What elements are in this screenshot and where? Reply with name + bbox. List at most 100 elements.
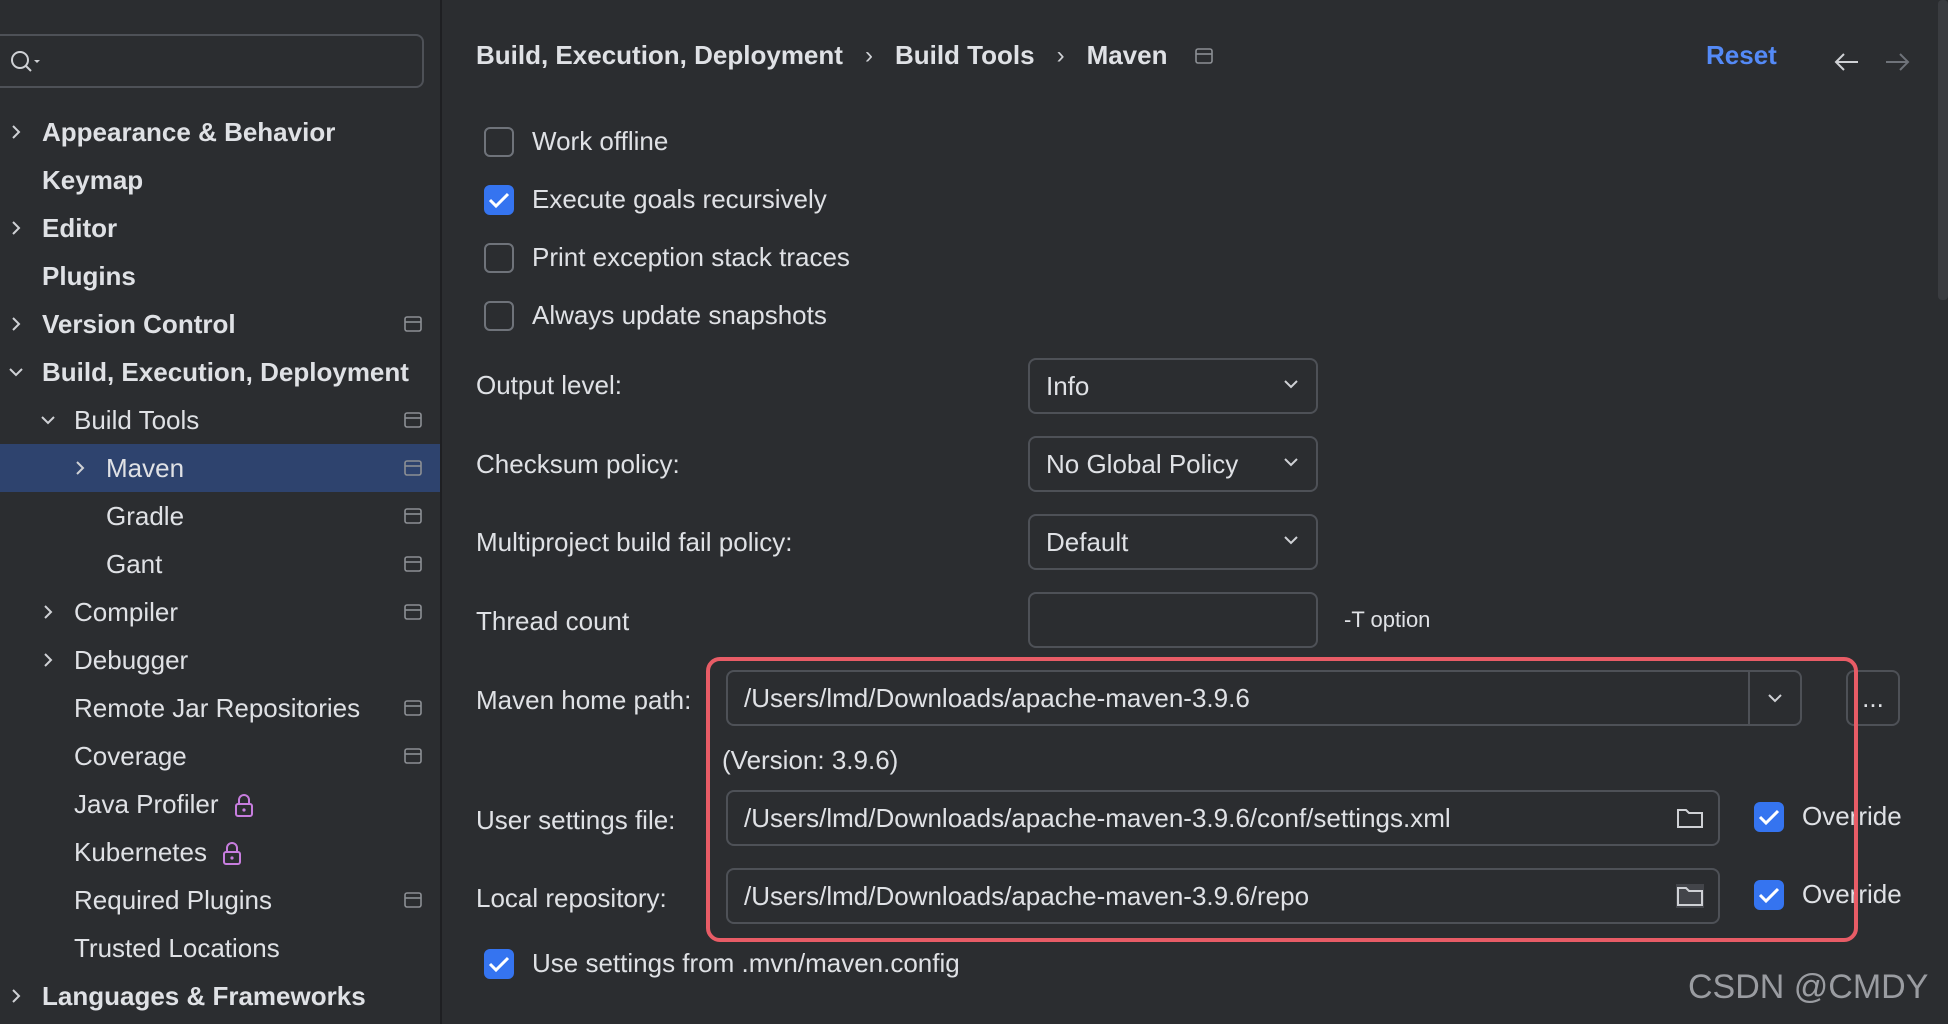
- sidebar-item-coverage[interactable]: Coverage: [0, 732, 440, 780]
- chevron-right-icon[interactable]: [70, 458, 90, 478]
- sidebar-item-kubernetes[interactable]: Kubernetes: [0, 828, 440, 876]
- checkmark-icon: [488, 192, 510, 208]
- use-mvn-config-checkbox[interactable]: [484, 948, 514, 979]
- breadcrumb-separator: ›: [1056, 41, 1065, 69]
- breadcrumb-item-current: Maven: [1086, 40, 1168, 70]
- project-scope-icon: [404, 892, 422, 908]
- always-update-checkbox[interactable]: [484, 300, 514, 331]
- lock-icon: [222, 841, 241, 865]
- sidebar-item-label: Build Tools: [74, 404, 200, 435]
- sidebar-item-label: Appearance & Behavior: [42, 116, 336, 147]
- sidebar-item-label-wrap: Java Profiler: [74, 789, 255, 820]
- user-settings-override[interactable]: Override: [1754, 801, 1902, 832]
- sidebar-item-languages-frameworks[interactable]: Languages & Frameworks: [0, 972, 440, 1020]
- chevron-right-icon[interactable]: [6, 314, 26, 334]
- lock-icon: [234, 793, 253, 817]
- search-icon: [11, 51, 40, 72]
- sidebar-item-remote-jar-repositories[interactable]: Remote Jar Repositories: [0, 684, 440, 732]
- chevron-down-icon[interactable]: [38, 410, 58, 430]
- multiproject-fail-policy-select[interactable]: Default: [1028, 514, 1318, 570]
- sidebar-item-trusted-locations[interactable]: Trusted Locations: [0, 924, 440, 972]
- execute-goals-checkbox[interactable]: [484, 184, 514, 215]
- maven-version-text: (Version: 3.9.6): [722, 745, 899, 775]
- project-scope-icon: [404, 604, 422, 620]
- sidebar-item-label: Languages & Frameworks: [42, 980, 366, 1011]
- local-repository-override[interactable]: Override: [1754, 879, 1902, 910]
- work-offline-label: Work offline: [532, 126, 669, 156]
- reset-button[interactable]: Reset: [1706, 40, 1777, 71]
- chevron-right-icon[interactable]: [6, 986, 26, 1006]
- override-label: Override: [1802, 879, 1902, 909]
- output-level-select[interactable]: Info: [1028, 358, 1318, 414]
- sidebar-item-label: Required Plugins: [74, 884, 273, 915]
- project-scope-icon: [404, 748, 422, 764]
- maven-home-value: /Users/lmd/Downloads/apache-maven-3.9.6: [744, 682, 1250, 713]
- user-settings-input[interactable]: /Users/lmd/Downloads/apache-maven-3.9.6/…: [726, 790, 1720, 846]
- sidebar-item-label: Coverage: [74, 740, 187, 771]
- arrow-forward-icon[interactable]: [1884, 50, 1912, 74]
- maven-home-browse-button[interactable]: ...: [1846, 670, 1900, 726]
- output-level-label: Output level:: [476, 370, 622, 400]
- project-scope-icon: [404, 700, 422, 716]
- user-settings-override-checkbox[interactable]: [1754, 801, 1784, 832]
- output-level-value: Info: [1046, 370, 1090, 401]
- maven-home-combobox[interactable]: /Users/lmd/Downloads/apache-maven-3.9.6: [726, 670, 1802, 726]
- sidebar-item-keymap[interactable]: Keymap: [0, 156, 440, 204]
- sidebar-item-build-execution-deployment[interactable]: Build, Execution, Deployment: [0, 348, 440, 396]
- sidebar-item-debugger[interactable]: Debugger: [0, 636, 440, 684]
- sidebar-item-gant[interactable]: Gant: [0, 540, 440, 588]
- scrollbar[interactable]: [1938, 0, 1948, 300]
- sidebar-item-label: Editor: [42, 212, 118, 243]
- thread-count-input[interactable]: [1028, 592, 1318, 648]
- sidebar-item-gradle[interactable]: Gradle: [0, 492, 440, 540]
- sidebar-item-java-profiler[interactable]: Java Profiler: [0, 780, 440, 828]
- work-offline-checkbox[interactable]: [484, 126, 514, 157]
- thread-count-hint: -T option: [1344, 607, 1431, 632]
- always-update-checkbox-row[interactable]: Always update snapshots: [484, 300, 827, 331]
- chevron-right-icon[interactable]: [38, 602, 58, 622]
- local-repository-override-checkbox[interactable]: [1754, 879, 1784, 910]
- execute-goals-checkbox-row[interactable]: Execute goals recursively: [484, 184, 827, 215]
- work-offline-checkbox-row[interactable]: Work offline: [484, 126, 668, 157]
- local-repository-value: /Users/lmd/Downloads/apache-maven-3.9.6/…: [744, 880, 1310, 911]
- breadcrumb-item[interactable]: Build Tools: [895, 40, 1035, 71]
- breadcrumb-item[interactable]: Build, Execution, Deployment: [476, 40, 843, 71]
- sidebar-item-editor[interactable]: Editor: [0, 204, 440, 252]
- sidebar-item-plugins[interactable]: Plugins: [0, 252, 440, 300]
- sidebar-item-appearance-behavior[interactable]: Appearance & Behavior: [0, 108, 440, 156]
- chevron-down-icon: [1284, 458, 1298, 467]
- print-exceptions-label: Print exception stack traces: [532, 242, 850, 272]
- sidebar-item-label: Trusted Locations: [74, 932, 280, 963]
- checksum-policy-select[interactable]: No Global Policy: [1028, 436, 1318, 492]
- chevron-right-icon[interactable]: [6, 122, 26, 142]
- chevron-down-icon[interactable]: [1766, 692, 1784, 704]
- chevron-right-icon[interactable]: [6, 218, 26, 238]
- use-mvn-config-label: Use settings from .mvn/maven.config: [532, 948, 960, 978]
- local-repository-input[interactable]: /Users/lmd/Downloads/apache-maven-3.9.6/…: [726, 868, 1720, 924]
- chevron-right-icon[interactable]: [38, 650, 58, 670]
- breadcrumb-separator: ›: [864, 41, 873, 69]
- chevron-down-icon[interactable]: [6, 362, 26, 382]
- sidebar-item-label: Build, Execution, Deployment: [42, 356, 409, 387]
- sidebar-item-version-control[interactable]: Version Control: [0, 300, 440, 348]
- arrow-back-icon[interactable]: [1832, 50, 1860, 74]
- chevron-down-icon: [1284, 536, 1298, 545]
- settings-content: Build, Execution, Deployment › Build Too…: [442, 0, 1948, 1024]
- print-exceptions-checkbox[interactable]: [484, 242, 514, 273]
- folder-icon[interactable]: [1676, 806, 1704, 830]
- folder-icon[interactable]: [1676, 884, 1704, 908]
- combobox-divider: [1748, 672, 1750, 724]
- maven-home-label: Maven home path:: [476, 685, 692, 715]
- print-exceptions-checkbox-row[interactable]: Print exception stack traces: [484, 242, 850, 273]
- settings-search-input[interactable]: [0, 34, 424, 88]
- multiproject-fail-policy-label: Multiproject build fail policy:: [476, 527, 793, 557]
- sidebar-item-label: Plugins: [42, 260, 136, 291]
- sidebar-item-build-tools[interactable]: Build Tools: [0, 396, 440, 444]
- sidebar-item-label: Compiler: [74, 596, 179, 627]
- sidebar-item-compiler[interactable]: Compiler: [0, 588, 440, 636]
- sidebar-item-maven[interactable]: Maven: [0, 444, 440, 492]
- sidebar-item-label: Debugger: [74, 644, 189, 675]
- override-label: Override: [1802, 801, 1902, 831]
- use-mvn-config-checkbox-row[interactable]: Use settings from .mvn/maven.config: [484, 948, 960, 979]
- sidebar-item-required-plugins[interactable]: Required Plugins: [0, 876, 440, 924]
